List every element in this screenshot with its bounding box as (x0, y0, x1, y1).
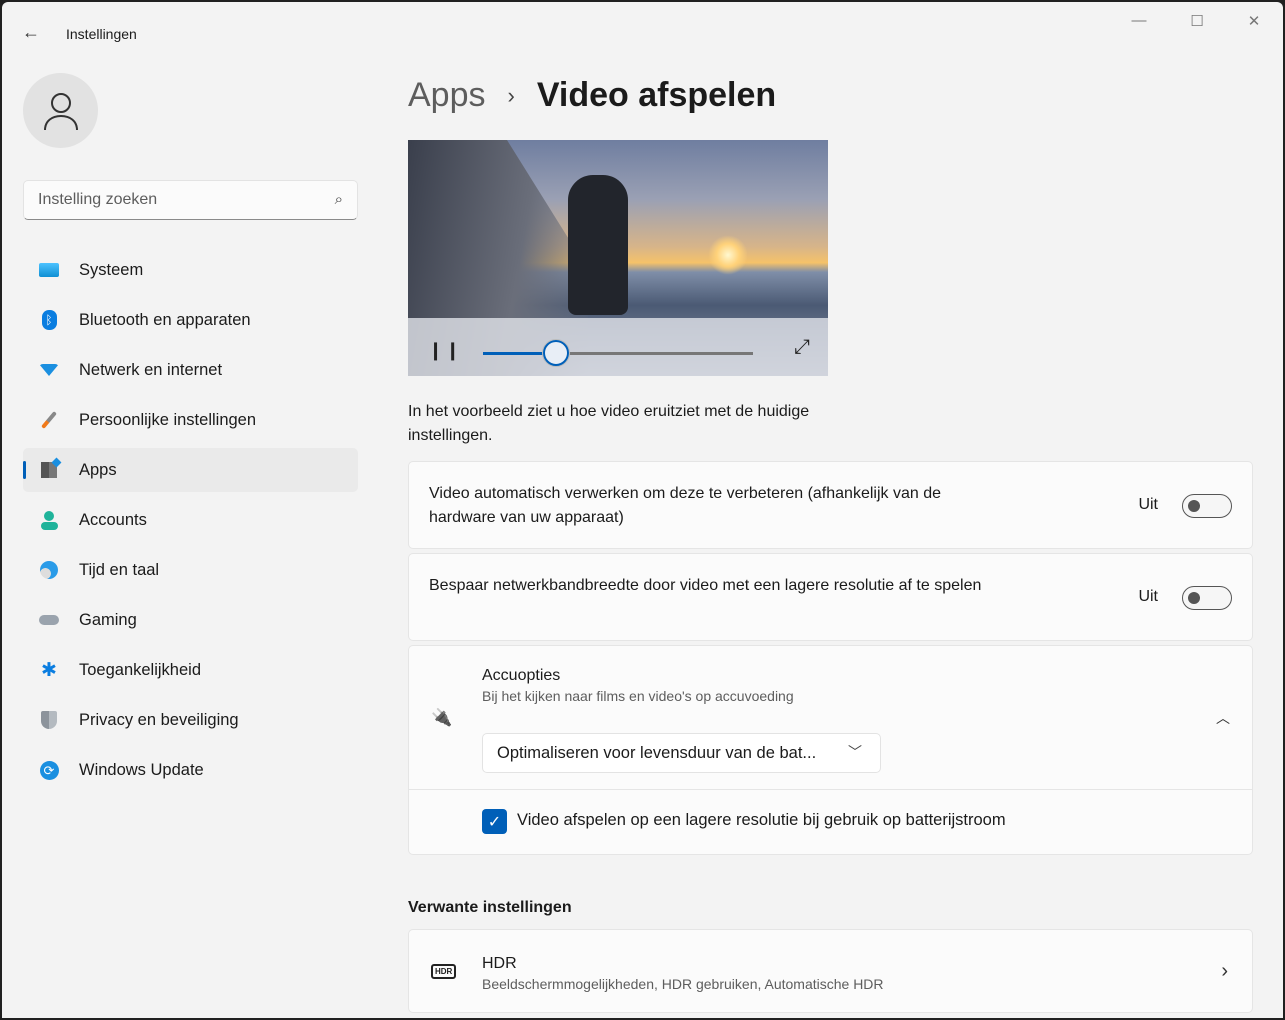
video-controls: ❙❙ ⤢ (408, 318, 828, 376)
fullscreen-icon[interactable]: ⤢ (794, 336, 810, 359)
battery-subtitle: Bij het kijken naar films en video's op … (482, 688, 794, 704)
toggle-state: Uit (1138, 588, 1158, 605)
chevron-up-icon[interactable]: ︿ (1216, 708, 1230, 728)
page-title: Video afspelen (536, 76, 777, 114)
sidebar-item-label: Systeem (79, 260, 144, 279)
chevron-right-icon: › (1221, 960, 1228, 982)
sidebar-item-privacy[interactable]: Privacy en beveiliging (23, 698, 358, 742)
auto-process-toggle[interactable] (1182, 494, 1232, 518)
setting-label: Bespaar netwerkbandbreedte door video me… (429, 577, 982, 594)
breadcrumb-parent[interactable]: Apps (408, 76, 486, 115)
chevron-down-icon: ﹀ (848, 744, 862, 760)
app-title: Instellingen (66, 26, 137, 42)
hdr-icon: HDR (431, 964, 457, 979)
battery-options-card: 🔌 Accuopties Bij het kijken naar films e… (408, 645, 1253, 855)
settings-window: ← Instellingen — ☐ ✕ Instelling zoeken ⌕… (2, 2, 1283, 1018)
setting-card-auto-process: Video automatisch verwerken om deze te v… (408, 461, 1253, 549)
sidebar-item-label: Tijd en taal (79, 560, 160, 579)
update-icon: ⟳ (39, 760, 59, 780)
video-preview: ❙❙ ⤢ (408, 140, 828, 376)
sidebar-item-toegankelijkheid[interactable]: ✱ Toegankelijkheid (23, 648, 358, 692)
toggle-state: Uit (1138, 496, 1158, 513)
breadcrumb: Apps › Video afspelen (408, 76, 776, 115)
battery-header[interactable]: Accuopties Bij het kijken naar films en … (482, 667, 794, 704)
sidebar-item-label: Apps (79, 460, 117, 479)
person-icon (39, 510, 59, 530)
sidebar-item-accounts[interactable]: Accounts (23, 498, 358, 542)
system-icon (39, 260, 59, 280)
person-figure (568, 175, 628, 315)
sidebar-item-label: Netwerk en internet (79, 360, 223, 379)
wifi-icon (39, 360, 59, 380)
sidebar-item-windows-update[interactable]: ⟳ Windows Update (23, 748, 358, 792)
brush-icon (39, 410, 59, 430)
battery-mode-dropdown[interactable]: Optimaliseren voor levensduur van de bat… (482, 733, 881, 773)
sidebar-item-label: Toegankelijkheid (79, 660, 202, 679)
low-res-battery-checkbox[interactable]: ✓ (482, 809, 507, 834)
bandwidth-toggle[interactable] (1182, 586, 1232, 610)
globe-clock-icon (39, 560, 59, 580)
close-button[interactable]: ✕ (1239, 12, 1269, 30)
search-input[interactable]: Instelling zoeken ⌕ (23, 180, 358, 220)
sidebar-item-label: Gaming (79, 610, 137, 629)
shield-icon (39, 710, 59, 730)
avatar[interactable] (23, 73, 98, 148)
sidebar-item-gaming[interactable]: Gaming (23, 598, 358, 642)
battery-title: Accuopties (482, 667, 561, 684)
sidebar-item-label: Accounts (79, 510, 147, 529)
pause-icon[interactable]: ❙❙ (428, 340, 462, 361)
dropdown-value: Optimaliseren voor levensduur van de bat… (497, 744, 817, 762)
sunset (708, 235, 748, 275)
gamepad-icon (39, 610, 59, 630)
search-icon[interactable]: ⌕ (335, 191, 343, 208)
video-seek-slider[interactable] (483, 339, 753, 367)
hdr-subtitle: Beeldschermmogelijkheden, HDR gebruiken,… (482, 976, 884, 992)
sidebar-item-label: Privacy en beveiliging (79, 710, 239, 729)
apps-icon (39, 457, 62, 480)
sidebar-item-apps[interactable]: Apps (23, 448, 358, 492)
accessibility-icon: ✱ (41, 659, 57, 681)
setting-label: Video automatisch verwerken om deze te v… (429, 485, 941, 526)
checkmark-icon: ✓ (487, 813, 502, 831)
sidebar-item-label: Persoonlijke instellingen (79, 410, 257, 429)
back-arrow-icon[interactable]: ← (22, 22, 40, 43)
preview-description: In het voorbeeld ziet u hoe video eruitz… (408, 403, 810, 444)
checkbox-label[interactable]: Video afspelen op een lagere resolutie b… (517, 811, 1006, 830)
battery-plug-icon: 🔌 (431, 708, 453, 727)
sidebar-item-netwerk[interactable]: Netwerk en internet (23, 348, 358, 392)
divider (409, 789, 1252, 790)
sidebar-nav: Systeem ᛒ Bluetooth en apparaten Netwerk … (23, 248, 358, 798)
bluetooth-icon: ᛒ (39, 310, 59, 330)
user-icon (43, 92, 78, 130)
chevron-right-icon: › (507, 82, 515, 108)
search-placeholder: Instelling zoeken (38, 191, 158, 208)
sidebar-item-bluetooth[interactable]: ᛒ Bluetooth en apparaten (23, 298, 358, 342)
sidebar-item-systeem[interactable]: Systeem (23, 248, 358, 292)
seek-thumb[interactable] (541, 339, 570, 367)
title-bar: ← Instellingen — ☐ ✕ (2, 2, 1283, 46)
sidebar-item-tijd[interactable]: Tijd en taal (23, 548, 358, 592)
minimize-button[interactable]: — (1124, 12, 1154, 29)
sidebar-item-label: Bluetooth en apparaten (79, 310, 251, 329)
related-item-hdr[interactable]: HDR HDR Beeldschermmogelijkheden, HDR ge… (408, 929, 1253, 1013)
setting-card-bandwidth: Bespaar netwerkbandbreedte door video me… (408, 553, 1253, 641)
sidebar-item-persoonlijk[interactable]: Persoonlijke instellingen (23, 398, 358, 442)
related-settings-heading: Verwante instellingen (408, 899, 572, 916)
maximize-button[interactable]: ☐ (1182, 12, 1212, 30)
sidebar-item-label: Windows Update (79, 760, 204, 779)
hdr-title: HDR (482, 955, 517, 972)
